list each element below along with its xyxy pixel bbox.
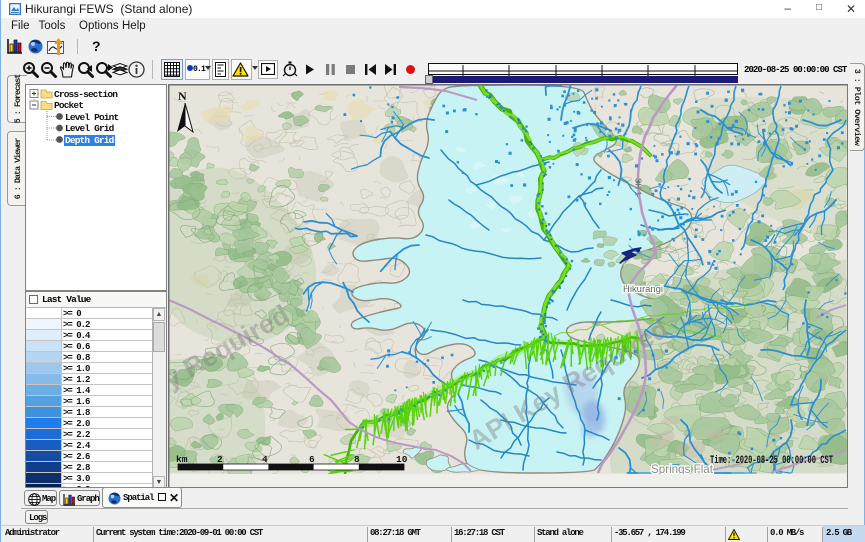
- svg-text:4: 4: [262, 454, 268, 465]
- svg-text:Time: 2020-08-25 00:00:00 CST: Time: 2020-08-25 00:00:00 CST: [710, 455, 833, 467]
- svg-text:km: km: [176, 454, 188, 465]
- svg-text:2: 2: [217, 454, 223, 465]
- svg-text:10: 10: [396, 454, 408, 465]
- svg-text:8: 8: [354, 454, 360, 465]
- svg-text:Springs Flat: Springs Flat: [651, 462, 714, 476]
- svg-text:Hikurangi: Hikurangi: [623, 284, 663, 295]
- svg-text:N: N: [178, 89, 187, 103]
- svg-text:6: 6: [309, 454, 315, 465]
- svg-text:SH 1: SH 1: [634, 178, 643, 196]
